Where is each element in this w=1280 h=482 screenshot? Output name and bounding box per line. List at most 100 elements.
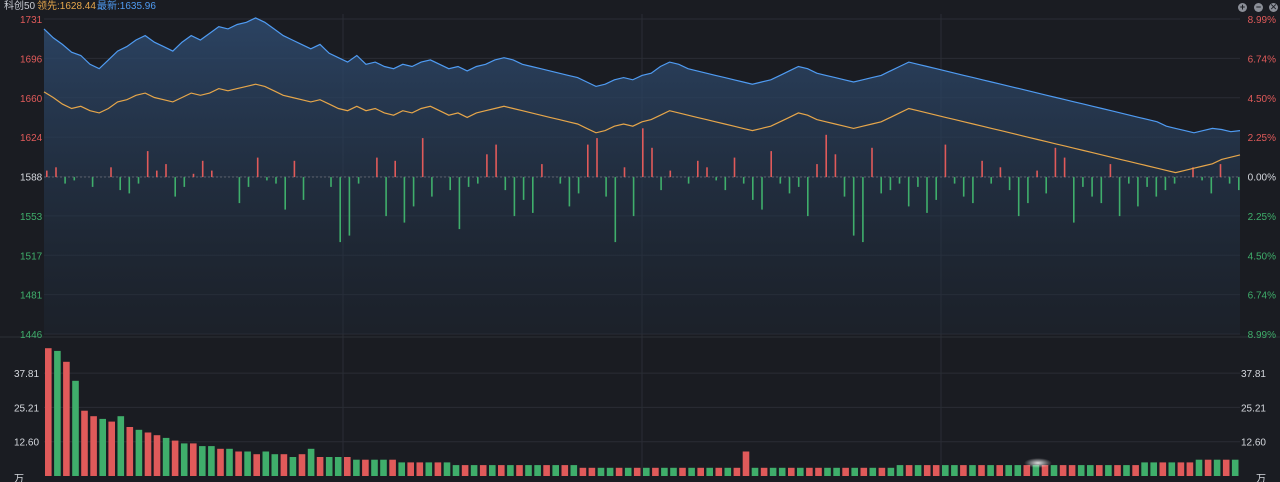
- breadth-bar: [1201, 177, 1203, 181]
- volume-bar: [1177, 462, 1185, 476]
- y-tick-label-right: 0.00%: [1248, 173, 1276, 184]
- breadth-bar: [376, 157, 378, 178]
- breadth-bar: [1109, 164, 1112, 178]
- breadth-bar: [651, 147, 653, 178]
- breadth-bar: [284, 177, 286, 210]
- breadth-bar: [449, 177, 451, 191]
- breadth-bar: [742, 177, 745, 184]
- volume-bar: [552, 465, 559, 476]
- volume-bar: [1050, 465, 1058, 476]
- volume-bar: [425, 462, 433, 476]
- breadth-bar: [91, 177, 94, 187]
- breadth-bar: [1027, 177, 1029, 204]
- volume-bar: [280, 454, 288, 476]
- volume-bar: [534, 465, 541, 476]
- volume-bar: [597, 467, 605, 476]
- breadth-bar: [852, 177, 855, 236]
- volume-bar: [1087, 465, 1094, 476]
- breadth-bar: [467, 177, 470, 187]
- volume-bar: [298, 454, 306, 476]
- volume-bar: [624, 467, 632, 476]
- breadth-bar: [752, 177, 754, 200]
- volume-bar: [1186, 462, 1194, 476]
- breadth-bar: [247, 177, 250, 187]
- volume-bar: [253, 454, 260, 476]
- volume-bar: [235, 451, 242, 476]
- volume-tick-label-right: 万: [1256, 474, 1266, 482]
- volume-bar: [262, 451, 270, 476]
- breadth-bar: [907, 177, 910, 207]
- breadth-bar: [541, 164, 543, 178]
- volume-bar: [108, 421, 115, 476]
- breadth-bar: [1137, 177, 1139, 207]
- breadth-bar: [669, 170, 672, 178]
- breadth-bar: [871, 147, 873, 178]
- volume-bar: [797, 467, 804, 476]
- breadth-bar: [128, 177, 131, 194]
- volume-bar: [1077, 465, 1085, 476]
- volume-bar: [1213, 459, 1221, 476]
- volume-bar: [1150, 462, 1157, 476]
- breadth-bar: [357, 177, 360, 184]
- volume-bar: [217, 448, 224, 476]
- y-tick-label-left: 1696: [20, 54, 43, 65]
- y-tick-label-left: 1446: [20, 330, 43, 341]
- watermark-glow: [1024, 458, 1052, 468]
- volume-bar: [570, 465, 578, 476]
- breadth-bar: [1173, 177, 1176, 184]
- breadth-bar: [110, 167, 112, 178]
- volume-bar: [923, 465, 931, 476]
- breadth-bar: [862, 177, 864, 243]
- breadth-bar: [1082, 177, 1084, 187]
- volume-bar: [1159, 462, 1167, 476]
- breadth-bar: [137, 177, 140, 184]
- breadth-bar: [339, 177, 341, 243]
- volume-bar: [45, 348, 52, 476]
- volume-bar: [1096, 465, 1103, 476]
- volume-bar: [661, 467, 668, 476]
- breadth-bar: [266, 177, 268, 181]
- y-tick-label-left: 1660: [20, 94, 43, 105]
- breadth-bar: [962, 177, 965, 197]
- breadth-bar: [183, 177, 186, 187]
- breadth-bar: [46, 170, 48, 178]
- y-tick-label-left: 1731: [20, 15, 43, 26]
- y-tick-label-right: 8.99%: [1248, 330, 1276, 341]
- y-tick-label-left: 1517: [20, 251, 43, 262]
- volume-bar: [353, 459, 360, 476]
- volume-bar: [507, 465, 514, 476]
- breadth-bar: [1054, 147, 1057, 178]
- volume-bar: [180, 443, 188, 476]
- breadth-bar: [935, 177, 937, 200]
- breadth-bar: [999, 167, 1002, 178]
- y-tick-label-left: 1553: [20, 212, 43, 223]
- volume-tick-label-right: 25.21: [1241, 403, 1266, 414]
- volume-bar: [896, 465, 904, 476]
- breadth-bar: [953, 177, 956, 184]
- breadth-bar: [596, 138, 598, 178]
- breadth-bar: [146, 151, 149, 178]
- breadth-bar: [458, 177, 461, 230]
- breadth-bar: [1017, 177, 1020, 217]
- breadth-bar: [513, 177, 516, 217]
- volume-bar: [561, 465, 569, 476]
- volume-bar: [643, 467, 650, 476]
- volume-bar: [325, 457, 333, 476]
- volume-bar: [498, 465, 505, 476]
- y-tick-label-right: 8.99%: [1248, 15, 1276, 26]
- volume-bar: [652, 467, 659, 476]
- breadth-bar: [568, 177, 571, 207]
- breadth-bar: [522, 177, 525, 200]
- intraday-chart: 1731 8.99% 1696 6.74% 1660 4.50% 1624 2.25% 1588…: [0, 14, 1280, 482]
- breadth-bar: [532, 177, 534, 213]
- volume-bar: [969, 465, 976, 476]
- volume-bar: [54, 350, 61, 476]
- breadth-bar: [201, 160, 204, 178]
- volume-bar: [742, 451, 750, 476]
- volume-bar: [869, 467, 877, 476]
- volume-bar: [833, 467, 840, 476]
- volume-bar: [706, 467, 713, 476]
- volume-bar: [334, 457, 342, 476]
- breadth-bar: [917, 177, 919, 187]
- volume-bar: [470, 465, 478, 476]
